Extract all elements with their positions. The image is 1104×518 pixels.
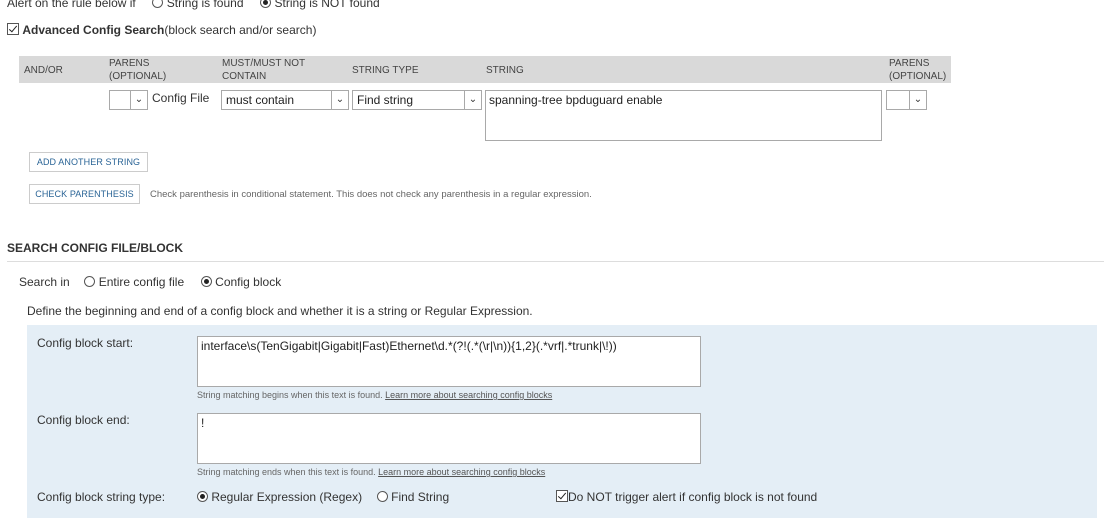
advanced-config-search-checkbox[interactable] (7, 23, 19, 35)
radio-string-not-found-label: String is NOT found (274, 0, 380, 10)
parens-open-select[interactable]: ⌄ (109, 90, 148, 110)
header-and-or: AND/OR (24, 65, 63, 76)
block-end-label: Config block end: (37, 413, 130, 427)
section-divider (7, 261, 1104, 262)
string-type-select[interactable]: Find string ⌄ (352, 90, 482, 110)
block-start-hint: String matching begins when this text is… (197, 390, 553, 400)
search-in-row: Search in Entire config file Config bloc… (19, 275, 281, 289)
radio-regex[interactable] (197, 491, 208, 502)
learn-more-link-start[interactable]: Learn more about searching config blocks (385, 390, 552, 400)
header-string-type: STRING TYPE (352, 65, 419, 76)
radio-string-found[interactable] (152, 0, 164, 8)
radio-string-not-found[interactable] (260, 0, 272, 8)
chevron-down-icon: ⌄ (464, 91, 481, 109)
radio-find-string[interactable] (376, 491, 388, 502)
header-parens-open: PARENS (OPTIONAL) (109, 58, 167, 82)
define-block-text: Define the beginning and end of a config… (27, 304, 533, 318)
check-parenthesis-button[interactable]: CHECK PARENTHESIS (29, 184, 140, 204)
header-string: STRING (486, 65, 524, 76)
check-parenthesis-hint: Check parenthesis in conditional stateme… (150, 189, 592, 200)
search-config-section-title: SEARCH CONFIG FILE/BLOCK (7, 241, 183, 255)
block-string-type-label: Config block string type: (37, 490, 166, 504)
radio-entire-config[interactable] (84, 276, 96, 287)
advanced-config-search-subtitle: (block search and/or search) (164, 23, 317, 37)
learn-more-link-end[interactable]: Learn more about searching config blocks (378, 467, 545, 477)
radio-entire-config-label: Entire config file (98, 275, 185, 289)
radio-find-string-label: Find String (391, 490, 450, 504)
header-must-contain: MUST/MUST NOT CONTAIN (222, 58, 306, 82)
radio-string-found-label: String is found (166, 0, 244, 10)
add-another-string-button[interactable]: ADD ANOTHER STRING (29, 152, 148, 172)
block-string-type-options: Regular Expression (Regex) Find String (197, 490, 449, 504)
block-start-label: Config block start: (37, 336, 134, 350)
chevron-down-icon: ⌄ (909, 91, 926, 109)
string-input[interactable]: spanning-tree bpduguard enable (485, 90, 882, 141)
parens-close-select[interactable]: ⌄ (886, 90, 927, 110)
advanced-config-search-title: Advanced Config Search (22, 23, 165, 37)
block-end-input[interactable]: ! (197, 413, 701, 464)
header-parens-close: PARENS (OPTIONAL) (889, 58, 947, 82)
chevron-down-icon: ⌄ (130, 91, 147, 109)
alert-condition-row: Alert on the rule below if String is fou… (7, 0, 380, 11)
chevron-down-icon: ⌄ (331, 91, 348, 109)
no-trigger-checkbox[interactable] (556, 490, 568, 502)
no-trigger-row: Do NOT trigger alert if config block is … (556, 490, 817, 504)
block-start-input[interactable]: interface\s(TenGigabit|Gigabit|Fast)Ethe… (197, 336, 701, 387)
must-contain-select[interactable]: must contain ⌄ (221, 90, 349, 110)
advanced-config-search-row: Advanced Config Search(block search and/… (7, 23, 316, 37)
radio-regex-label: Regular Expression (Regex) (211, 490, 363, 504)
radio-config-block[interactable] (200, 276, 212, 287)
no-trigger-label: Do NOT trigger alert if config block is … (568, 490, 818, 504)
radio-config-block-label: Config block (215, 275, 282, 289)
config-file-label: Config File (152, 91, 210, 105)
search-in-label: Search in (19, 275, 70, 289)
alert-prefix: Alert on the rule below if (7, 0, 136, 10)
block-end-hint: String matching ends when this text is f… (197, 467, 546, 477)
